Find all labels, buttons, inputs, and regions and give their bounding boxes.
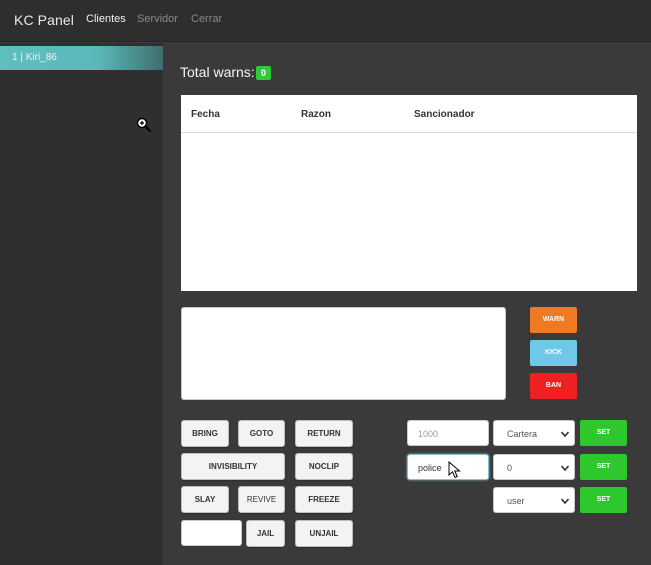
table-header-divider (181, 132, 637, 133)
warns-count-badge: 0 (256, 66, 271, 80)
nav-link-cerrar[interactable]: Cerrar (191, 13, 222, 25)
ban-button[interactable]: BAN (530, 373, 577, 399)
group-value: user (507, 496, 525, 506)
money-amount-input[interactable]: 1000 (407, 420, 489, 446)
zoom-in-cursor-icon (136, 117, 152, 133)
top-navbar: KC Panel Clientes Servidor Cerrar (0, 0, 651, 42)
set-money-button[interactable]: SET (580, 420, 627, 446)
noclip-button[interactable]: NOCLIP (295, 453, 353, 480)
revive-button[interactable]: REVIVE (238, 486, 285, 513)
jail-time-input[interactable] (181, 520, 242, 546)
warns-table: Fecha Razon Sancionador (181, 95, 637, 291)
return-button[interactable]: RETURN (295, 420, 353, 447)
column-header-sancionador: Sancionador (414, 109, 475, 120)
chevron-down-icon (560, 465, 570, 472)
slay-button[interactable]: SLAY (181, 486, 229, 513)
warn-button[interactable]: WARN (530, 307, 577, 333)
group-select[interactable]: user (493, 487, 575, 513)
money-type-select[interactable]: Cartera (493, 420, 575, 446)
bring-button[interactable]: BRING (181, 420, 229, 447)
nav-link-clientes[interactable]: Clientes (86, 13, 126, 25)
unjail-button[interactable]: UNJAIL (295, 520, 353, 547)
goto-button[interactable]: GOTO (238, 420, 285, 447)
warn-reason-textarea[interactable] (181, 307, 506, 400)
chevron-down-icon (560, 431, 570, 438)
chevron-down-icon (560, 498, 570, 505)
freeze-button[interactable]: FREEZE (295, 486, 353, 513)
invisibility-button[interactable]: INVISIBILITY (181, 453, 285, 480)
set-group-button[interactable]: SET (580, 487, 627, 513)
money-type-value: Cartera (507, 429, 538, 439)
column-header-fecha: Fecha (191, 109, 220, 120)
column-header-razon: Razon (301, 109, 331, 120)
job-grade-select[interactable]: 0 (493, 454, 575, 480)
kick-button[interactable]: KICK (530, 340, 577, 366)
job-grade-value: 0 (507, 463, 513, 473)
sidebar-item-client[interactable]: 1 | Kiri_86 (0, 46, 163, 70)
total-warns-label: Total warns: (180, 64, 255, 80)
nav-link-servidor[interactable]: Servidor (137, 13, 178, 25)
jail-button[interactable]: JAIL (246, 520, 285, 547)
set-job-button[interactable]: SET (580, 454, 627, 480)
arrow-cursor-icon (448, 461, 461, 479)
brand-title[interactable]: KC Panel (14, 12, 74, 28)
